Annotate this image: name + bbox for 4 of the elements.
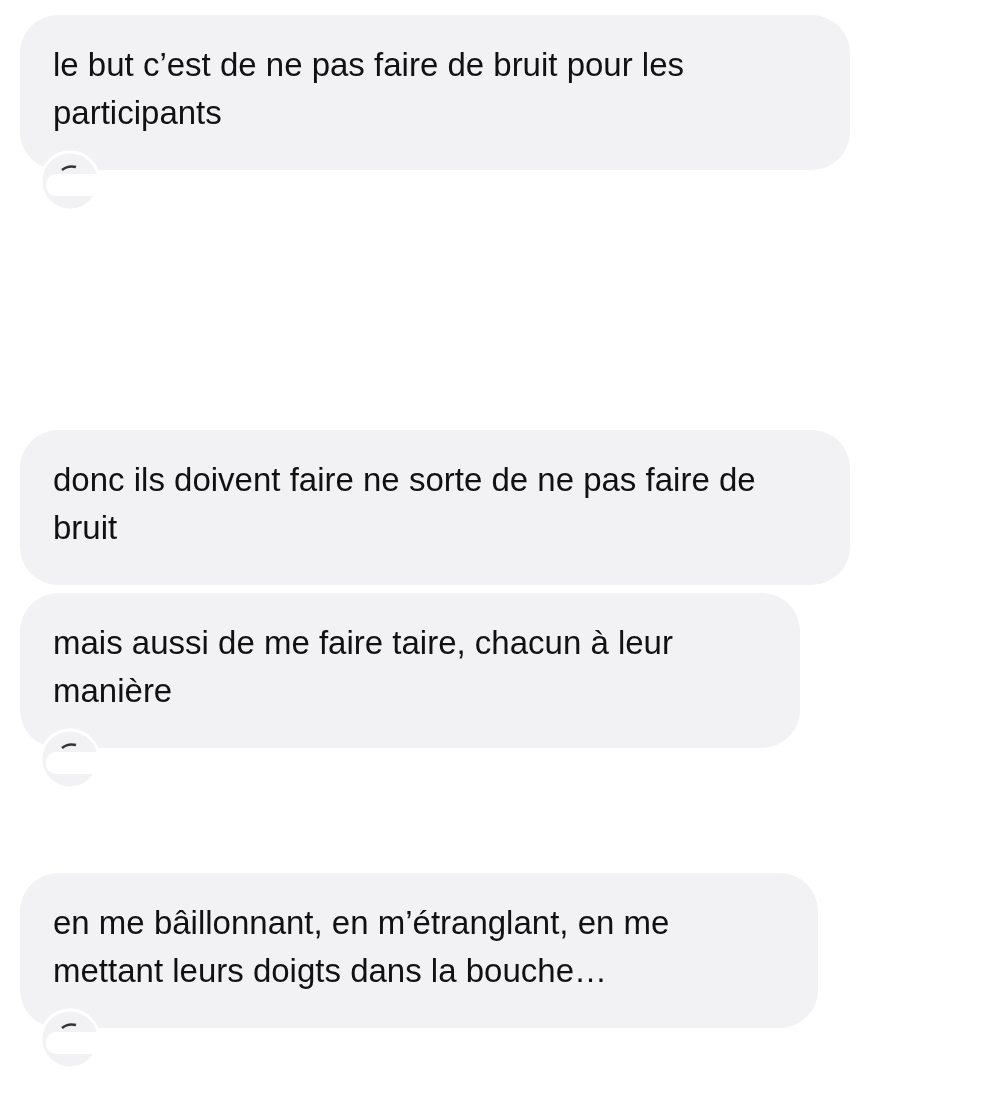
message-text: donc ils doivent faire ne sorte de ne pas faire de bruit: [53, 461, 756, 546]
message-text: le but c’est de ne pas faire de bruit pour les participants: [53, 46, 685, 131]
message-text: mais aussi de me faire taire, chacun à leur manière: [53, 624, 673, 709]
message-text: en me bâillonnant, en m’étranglant, en me mettant leurs doigts dans la bouche…: [53, 904, 670, 989]
